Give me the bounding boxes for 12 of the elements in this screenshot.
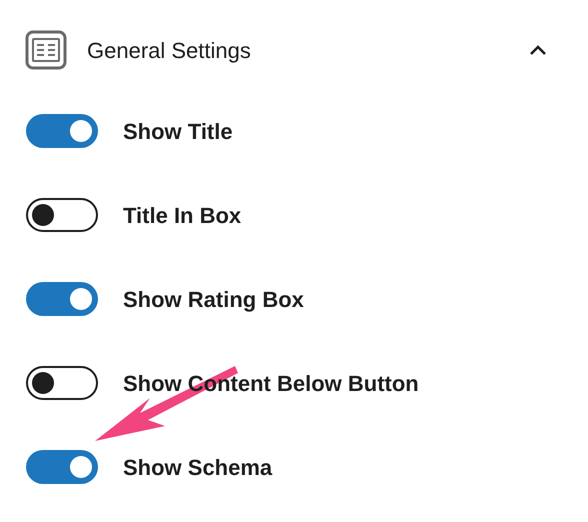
toggle-label: Title In Box [123, 202, 242, 230]
toggle-switch[interactable] [26, 282, 98, 316]
toggle-switch[interactable] [26, 366, 98, 400]
document-icon [25, 30, 67, 70]
toggle-label: Show Title [123, 118, 233, 146]
chevron-icon [528, 44, 548, 56]
toggle-switch[interactable] [26, 450, 98, 484]
toggle-switch[interactable] [26, 198, 98, 232]
panel-title: General Settings [87, 36, 251, 65]
toggle-label: Show Schema [123, 454, 272, 482]
toggle-label: Show Rating Box [123, 286, 304, 314]
toggle-switch[interactable] [26, 114, 98, 148]
